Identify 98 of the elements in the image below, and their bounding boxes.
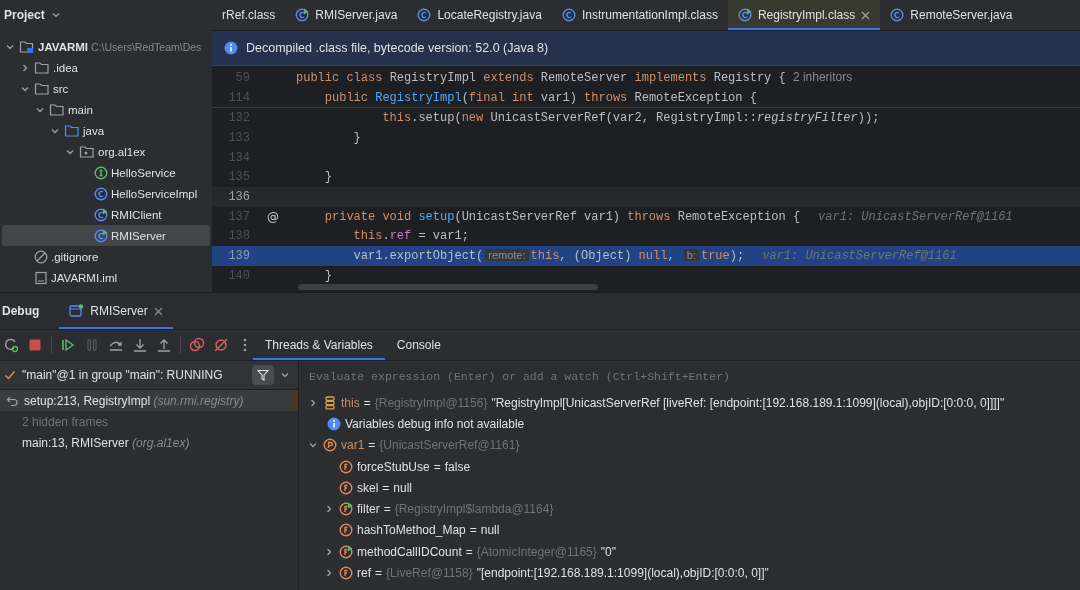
editor-tab[interactable]: RMIServer.java bbox=[285, 0, 408, 30]
class-icon bbox=[561, 8, 576, 22]
class-icon bbox=[417, 8, 432, 22]
rerun-icon[interactable] bbox=[3, 337, 19, 353]
chevron-down-icon[interactable] bbox=[280, 370, 290, 380]
line-number: 136 bbox=[227, 189, 250, 204]
code-text: public class RegistryImpl extends RemoteServer implements Registry { 2 inheritors bbox=[296, 70, 853, 86]
panel-title[interactable]: Project bbox=[4, 8, 45, 22]
tree-item[interactable]: RMIClient bbox=[2, 204, 210, 225]
filter-button[interactable] bbox=[252, 365, 274, 385]
check-icon bbox=[4, 369, 16, 381]
chevron-right-icon[interactable] bbox=[324, 568, 334, 578]
editor-tab[interactable]: RegistryImpl.class bbox=[727, 0, 881, 30]
session-tab[interactable]: RMIServer bbox=[59, 293, 173, 329]
chevron-right-icon[interactable] bbox=[324, 504, 334, 515]
chevron-down-icon[interactable] bbox=[50, 10, 61, 20]
folder-icon bbox=[34, 81, 50, 96]
info-message: Variables debug info not available bbox=[345, 416, 525, 431]
stack-icon bbox=[323, 395, 337, 410]
variable-row[interactable]: this = {RegistryImpl@1156} "RegistryImpl[UnicastServerRef [liveRef: [endpoint:[192.168.189.1:1099](local),objID:[0:0:0, 0]]]]" bbox=[307, 392, 1074, 414]
close-icon[interactable] bbox=[153, 306, 163, 316]
folder-icon bbox=[64, 123, 80, 138]
code-text: private void setup(UnicastServerRef var1) throws RemoteException { var1: UnicastServerRef@1161 bbox=[323, 209, 1013, 224]
field-icon bbox=[339, 566, 353, 580]
tree-item[interactable]: org.al1ex bbox=[2, 141, 210, 162]
variable-row[interactable]: methodCallIDCount = {AtomicInteger@1165} "0" bbox=[307, 541, 1074, 563]
chevron-right-icon[interactable] bbox=[324, 546, 334, 557]
mute-breakpoints-icon[interactable] bbox=[213, 337, 229, 353]
parameter-icon bbox=[323, 438, 337, 453]
field-icon bbox=[339, 544, 353, 559]
tree-item[interactable]: HelloServiceImpl bbox=[2, 183, 210, 204]
runnable-class-icon bbox=[737, 8, 752, 22]
scrollbar[interactable] bbox=[298, 284, 598, 290]
class-icon bbox=[890, 8, 905, 22]
editor-tab[interactable]: rRef.class bbox=[212, 0, 286, 30]
code-text: this.setup(new UnicastServerRef(var2, RegistryImpl::registryFilter)); bbox=[381, 111, 880, 126]
code-text: } bbox=[352, 130, 361, 145]
variable-row[interactable]: forceStubUse = false bbox=[307, 455, 1074, 478]
tree-item[interactable]: src bbox=[2, 78, 210, 99]
editor-tab[interactable]: InstrumentationImpl.class bbox=[551, 0, 728, 30]
tree-item[interactable]: RMIServer bbox=[2, 225, 210, 246]
filter-icon bbox=[257, 369, 269, 381]
field-icon bbox=[339, 480, 353, 495]
tree-item[interactable]: JAVARMI.iml bbox=[2, 267, 210, 288]
panel-title: Debug bbox=[2, 304, 40, 318]
resume-icon[interactable] bbox=[60, 337, 76, 353]
field-icon bbox=[339, 523, 353, 538]
variable-row[interactable]: skel = null bbox=[307, 477, 1074, 499]
package-icon bbox=[79, 144, 95, 159]
banner-text: Decompiled .class file, bytecode version: 52.0 (Java 8) bbox=[246, 41, 549, 55]
variable-row[interactable]: hashToMethod_Map = null bbox=[307, 519, 1074, 542]
code-text: } bbox=[323, 170, 332, 185]
runnable-class-icon bbox=[94, 228, 108, 243]
step-out-icon[interactable] bbox=[156, 337, 172, 353]
line-number: 139 bbox=[227, 249, 250, 264]
step-into-icon[interactable] bbox=[132, 337, 148, 353]
runnable-class-icon bbox=[94, 207, 108, 222]
stop-icon[interactable] bbox=[27, 337, 43, 353]
return-arrow-icon bbox=[6, 394, 18, 407]
tree-item[interactable]: .idea bbox=[2, 57, 210, 78]
field-icon bbox=[339, 502, 353, 517]
info-icon bbox=[224, 41, 238, 55]
tree-item[interactable]: main bbox=[2, 99, 210, 120]
breakpoints-icon[interactable] bbox=[189, 337, 205, 353]
folder-icon bbox=[49, 102, 65, 117]
code-text: var1.exportObject( remote: this, (Object) null, b: true); var1: UnicastServerRef@1161 bbox=[352, 249, 957, 264]
thread-selector[interactable]: "main"@1 in group "main": RUNNING bbox=[0, 361, 298, 390]
tree-item[interactable]: JAVARMI C:\Users\RedTeam\Des bbox=[2, 36, 210, 57]
project-path: C:\Users\RedTeam\Des bbox=[91, 40, 202, 53]
chevron-right-icon[interactable] bbox=[308, 397, 318, 408]
ignore-file-icon bbox=[34, 249, 48, 264]
stack-frame[interactable]: main:13, RMIServer (org.al1ex) bbox=[0, 432, 298, 453]
info-icon bbox=[327, 416, 341, 431]
debug-tab[interactable]: Threads & Variables bbox=[253, 330, 385, 360]
stack-frame[interactable]: setup:213, RegistryImpl (sun.rmi.registry) bbox=[0, 390, 298, 411]
window-icon bbox=[69, 304, 85, 318]
tree-item[interactable]: .gitignore bbox=[2, 246, 210, 267]
chevron-right-icon[interactable] bbox=[20, 62, 30, 73]
module-folder-icon bbox=[19, 39, 35, 54]
tree-item[interactable]: HelloService bbox=[2, 162, 210, 183]
variable-row[interactable]: filter = {RegistryImpl$lambda@1164} bbox=[307, 498, 1074, 520]
runnable-class-icon bbox=[295, 8, 310, 22]
editor-tab[interactable]: LocateRegistry.java bbox=[407, 0, 552, 30]
code-text: this.ref = var1; bbox=[352, 229, 469, 244]
folder-icon bbox=[34, 60, 50, 75]
code-text: public RegistryImpl(final int var1) throws RemoteException { bbox=[323, 90, 757, 105]
variable-row[interactable]: var1 = {UnicastServerRef@1161} bbox=[307, 434, 1074, 456]
field-icon bbox=[339, 459, 353, 474]
interface-icon bbox=[94, 165, 108, 180]
gutter-mark[interactable]: @ bbox=[250, 209, 296, 224]
close-icon[interactable] bbox=[861, 10, 871, 20]
file-icon bbox=[34, 270, 48, 285]
debug-tab[interactable]: Console bbox=[384, 330, 453, 360]
editor-tab[interactable]: RemoteServer.java bbox=[880, 0, 1023, 30]
class-icon bbox=[94, 186, 108, 201]
tree-item[interactable]: java bbox=[2, 120, 210, 141]
variable-row[interactable]: ref = {LiveRef@1158} "[endpoint:[192.168.189.1:1099](local),objID:[0:0:0, 0]]" bbox=[307, 562, 1074, 584]
code-text: } bbox=[323, 268, 332, 283]
